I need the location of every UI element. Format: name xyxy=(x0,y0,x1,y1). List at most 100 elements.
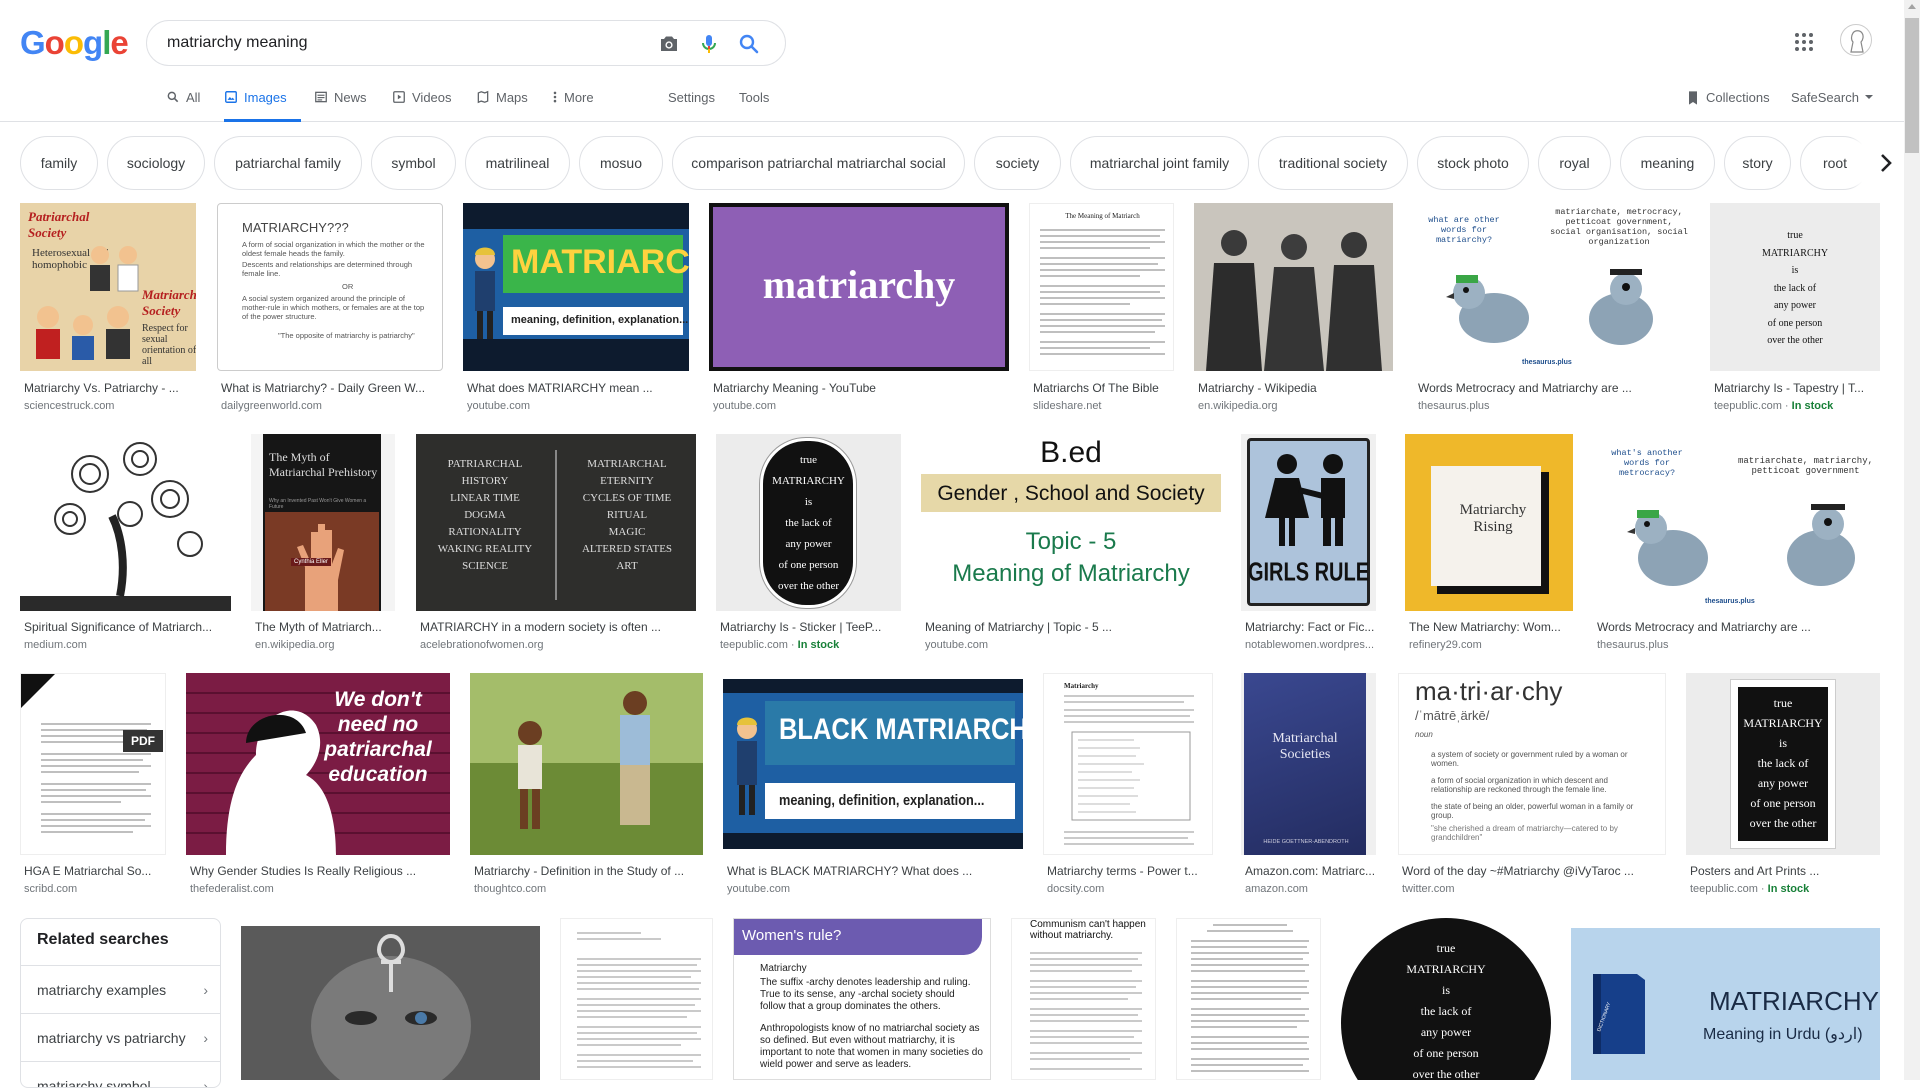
related-search-item[interactable]: matriarchy vs patriarchy › xyxy=(21,1013,220,1061)
search-tabs: All Images News Videos Maps More Setting… xyxy=(0,88,1920,122)
image-result[interactable]: Communism can't happen without matriarch… xyxy=(1011,918,1156,1080)
image-result[interactable]: Matriarchy - Definition in the Study of … xyxy=(470,673,703,898)
image-result[interactable]: MATRIARCHY meaning, definition, explanat… xyxy=(463,203,689,418)
result-thumbnail: GIRLS RULE xyxy=(1241,434,1376,611)
chip[interactable]: matrilineal xyxy=(465,136,570,190)
tab-videos[interactable]: Videos xyxy=(392,90,452,122)
chip[interactable]: royal xyxy=(1538,136,1611,190)
chips-next-button[interactable] xyxy=(1862,138,1910,188)
user-avatar-icon xyxy=(1850,30,1864,53)
scrollbar-thumb[interactable] xyxy=(1905,18,1919,153)
image-result[interactable]: DICTIONARY MATRIARCHY Meaning in Urdu (ا… xyxy=(1571,918,1880,1080)
image-result[interactable]: true MATRIARCHY is the lack of any power of o… xyxy=(716,434,901,654)
scroll-up-arrow-icon[interactable] xyxy=(1908,4,1916,9)
result-title: Spiritual Significance of Matriarch... xyxy=(24,620,213,634)
document-lines-icon xyxy=(1030,952,1142,1070)
chevron-right-icon: › xyxy=(203,982,208,998)
result-title: MATRIARCHY in a modern society is often … xyxy=(420,620,661,634)
tab-more[interactable]: More xyxy=(552,90,594,122)
result-title: Meaning of Matriarchy | Topic - 5 ... xyxy=(925,620,1112,634)
result-thumbnail: matriarchy xyxy=(709,203,1009,371)
chip[interactable]: society xyxy=(974,136,1061,190)
document-lines-icon xyxy=(577,932,701,1068)
chip[interactable]: patriarchal family xyxy=(214,136,362,190)
microphone-icon[interactable] xyxy=(697,32,721,56)
tab-all[interactable]: All xyxy=(166,90,200,122)
image-result[interactable]: We don't need no patriarchal education W… xyxy=(186,673,450,898)
camera-icon[interactable] xyxy=(657,32,681,56)
image-result[interactable]: Patriarchal Society Heterosexual and hom… xyxy=(20,203,196,418)
safesearch-label: SafeSearch xyxy=(1791,90,1859,105)
search-box[interactable] xyxy=(146,20,786,66)
chip[interactable]: matriarchal joint family xyxy=(1070,136,1249,190)
tab-news[interactable]: News xyxy=(314,90,367,122)
related-search-item[interactable]: matriarchy examples › xyxy=(21,965,220,1013)
image-result[interactable] xyxy=(560,918,713,1080)
image-result[interactable]: PDF HGA E Matriarchal So... scribd.com xyxy=(20,673,166,898)
chip[interactable]: stock photo xyxy=(1417,136,1529,190)
result-source: docsity.com xyxy=(1047,883,1105,895)
image-result[interactable]: BLACK MATRIARCHY meaning, definition, ex… xyxy=(723,673,1023,898)
image-result[interactable]: MATRIARCHY??? A form of social organizat… xyxy=(217,203,443,418)
chip[interactable]: symbol xyxy=(371,136,456,190)
search-icon[interactable] xyxy=(737,32,761,56)
image-result[interactable]: true MATRIARCHY is the lack of any power of o… xyxy=(1341,918,1551,1080)
image-result[interactable]: Spiritual Significance of Matriarch... m… xyxy=(20,434,231,654)
image-result[interactable]: Women's rule? Matriarchy The suffix -arc… xyxy=(733,918,991,1080)
image-result[interactable]: true MATRIARCHY is the lack of any power of o… xyxy=(1686,673,1880,898)
tab-label: Images xyxy=(244,90,287,105)
search-input[interactable] xyxy=(167,31,637,55)
tab-label: More xyxy=(564,90,594,105)
image-result[interactable]: true MATRIARCHY is the lack of any power of o… xyxy=(1710,203,1880,418)
thumb-text: what are other words for matriarchy? xyxy=(1428,215,1500,245)
google-logo[interactable]: Google xyxy=(20,24,129,62)
result-title: Words Metrocracy and Matriarchy are ... xyxy=(1418,381,1632,395)
tab-settings[interactable]: Settings xyxy=(668,90,715,122)
result-thumbnail xyxy=(1176,918,1321,1080)
result-thumbnail: MATRIARCHY meaning, definition, explanat… xyxy=(463,203,689,371)
image-result[interactable]: PATRIARCHAL HISTORY LINEAR TIME DOGMA RATION… xyxy=(416,434,696,654)
apps-grid-icon[interactable] xyxy=(1794,32,1814,52)
result-thumbnail: DICTIONARY MATRIARCHY Meaning in Urdu (ا… xyxy=(1571,918,1880,1080)
safesearch-menu[interactable]: SafeSearch xyxy=(1791,90,1873,122)
tab-images[interactable]: Images xyxy=(224,90,301,122)
chip[interactable]: meaning xyxy=(1620,136,1715,190)
result-title: Matriarchy terms - Power t... xyxy=(1047,864,1198,878)
image-result[interactable]: matriarchy Matriarchy Meaning - YouTube … xyxy=(709,203,1009,418)
chip[interactable]: comparison patriarchal matriarchal socia… xyxy=(672,136,965,190)
search-icon xyxy=(167,91,179,103)
image-result[interactable]: Matriarchy Rising The New Matriarchy: Wo… xyxy=(1405,434,1573,654)
chip[interactable]: story xyxy=(1724,136,1791,190)
chip[interactable]: family xyxy=(20,136,98,190)
image-result[interactable]: what are other words for matriarchy? mat… xyxy=(1414,203,1690,418)
image-result[interactable]: Matriarchy Matriarchy terms - Power t...… xyxy=(1043,673,1213,898)
result-thumbnail: The Meaning of Matriarch xyxy=(1029,203,1174,371)
image-result[interactable]: Matriarchal Societies HEIDE GOETTNER-ABE… xyxy=(1241,673,1376,898)
image-result[interactable]: The Myth of Matriarchal Prehistory Why a… xyxy=(251,434,395,654)
chip[interactable]: mosuo xyxy=(579,136,663,190)
account-avatar[interactable] xyxy=(1840,24,1872,56)
result-thumbnail xyxy=(470,673,703,855)
image-result[interactable]: what's another words for metrocracy? mat… xyxy=(1593,434,1880,654)
collections-link[interactable]: Collections xyxy=(1686,90,1770,122)
image-result[interactable]: GIRLS RULE Matriarchy: Fact or Fic... no… xyxy=(1241,434,1376,654)
image-result[interactable] xyxy=(241,918,540,1080)
result-source: thesaurus.plus xyxy=(1597,639,1669,651)
face-ankh-artwork-icon xyxy=(241,926,540,1080)
related-search-item[interactable]: matriarchy symbol › xyxy=(21,1061,220,1087)
thumb-text: A social system organized around the pri… xyxy=(242,294,425,321)
result-source: thesaurus.plus xyxy=(1418,400,1490,412)
chip[interactable]: sociology xyxy=(107,136,205,190)
result-source: notablewomen.wordpres... xyxy=(1245,639,1375,651)
page-scrollbar[interactable] xyxy=(1904,0,1920,1080)
chip[interactable]: root xyxy=(1800,136,1870,190)
image-result[interactable]: Matriarchy - Wikipedia en.wikipedia.org xyxy=(1194,203,1393,418)
result-thumbnail: The Myth of Matriarchal Prehistory Why a… xyxy=(251,434,395,611)
tab-maps[interactable]: Maps xyxy=(476,90,528,122)
tab-tools[interactable]: Tools xyxy=(739,90,769,122)
image-result[interactable]: ma·tri·ar·chy /ˈmātrēˌärkē/ noun a syste… xyxy=(1398,673,1666,898)
image-result[interactable]: B.ed Gender , School and Society Topic -… xyxy=(921,434,1221,654)
image-result[interactable] xyxy=(1176,918,1321,1080)
chip[interactable]: traditional society xyxy=(1258,136,1408,190)
image-result[interactable]: The Meaning of Matriarch Matriarchs Of T… xyxy=(1029,203,1174,418)
